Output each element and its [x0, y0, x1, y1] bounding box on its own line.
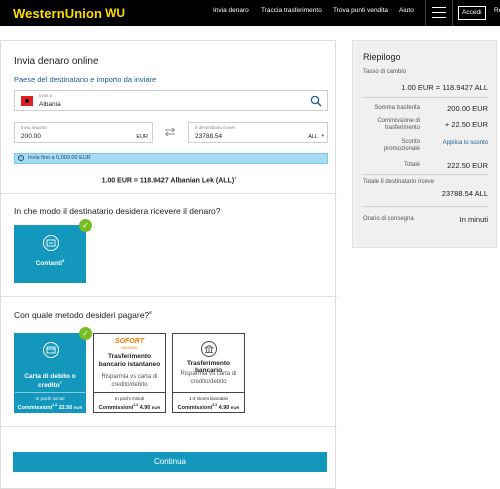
limit-info-banner: i Invia fino a 5,000.00 EUR: [14, 153, 328, 164]
exchange-rate-caption: Tasso di cambio: [363, 69, 407, 75]
send-amount-field[interactable]: Invia importo 200.00 EUR: [14, 122, 153, 143]
summary-divider: [363, 206, 488, 207]
card-option-title: Carta di debito o credito7: [24, 373, 76, 390]
card-option-footer: In pochi minuti Commissioni2,3 22.50 EUR: [15, 392, 85, 412]
section-divider: [1, 193, 337, 194]
transfer-amount-caption: Somma trasferita: [374, 105, 420, 111]
info-icon: i: [18, 155, 24, 161]
bank-icon: [201, 341, 217, 357]
section-divider: [1, 426, 337, 427]
payment-option-card[interactable]: Carta di debito o credito7 In pochi minu…: [14, 333, 86, 413]
delivery-caption: Orario di consegna: [363, 216, 414, 222]
login-button[interactable]: Accedi: [458, 6, 486, 20]
receive-option-cash[interactable]: Contanti8: [14, 225, 86, 283]
swap-arrows-icon[interactable]: [164, 127, 176, 137]
currency-dropdown-icon[interactable]: ▾: [321, 133, 324, 139]
page-title: Invia denaro online: [14, 56, 99, 67]
top-navigation-bar: WesternUnion WU Invia denaro Traccia tra…: [0, 0, 500, 26]
receive-amount-caption: Il destinatario riceve: [195, 125, 236, 130]
country-caption: Invia a: [39, 93, 53, 98]
nav-register-cut[interactable]: Re: [494, 7, 500, 14]
credit-card-icon: [43, 342, 59, 358]
sofort-logo: SOFORT: [114, 338, 145, 345]
rate-footnote: 1: [234, 175, 237, 180]
bank-transfer-footer: 1-2 Giorni lavorativi Commissioni2,3 4.9…: [173, 392, 244, 412]
section-divider: [1, 296, 337, 297]
continue-button[interactable]: Continua: [13, 452, 327, 472]
bank-transfer-subtitle: Risparmia vs carta di credito/debito: [180, 371, 237, 385]
instant-bank-speed: In pochi minuti: [114, 396, 144, 401]
receive-currency: ALL: [308, 134, 318, 140]
country-select[interactable]: Invia a Albania: [14, 90, 328, 111]
send-amount-caption: Invia importo: [21, 125, 47, 130]
payment-option-instant-bank[interactable]: SOFORT BANKING Trasferimento bancario is…: [93, 333, 166, 413]
bank-transfer-speed: 1-2 Giorni lavorativi: [189, 396, 228, 401]
instant-bank-fee: Commissioni2,3 4.90 EUR: [98, 403, 161, 411]
total-caption: Totale: [403, 162, 420, 168]
fee-caption: Commissione di trasferimento: [377, 118, 420, 131]
send-amount-value: 200.00: [21, 133, 41, 140]
payment-option-bank-transfer[interactable]: Trasferimento bancario Risparmia vs cart…: [172, 333, 245, 413]
exchange-rate-value: 1.00 EUR = 118.9427 ALL: [401, 83, 488, 92]
selected-check-icon: ✓: [79, 327, 92, 340]
western-union-logo[interactable]: WesternUnion WU: [13, 5, 125, 21]
receiver-total-value: 23788.54 ALL: [441, 189, 488, 198]
exchange-rate-text: 1.00 EUR = 118.9427 Albanian Lek (ALL): [101, 177, 235, 185]
fee-value: + 22.50 EUR: [444, 120, 488, 129]
nav-find-locations[interactable]: Trova punti vendita: [333, 7, 388, 14]
receive-amount-field[interactable]: Il destinatario riceve 23788.54 ALL ▾: [188, 122, 328, 143]
nav-divider: [452, 0, 453, 26]
apply-discount-link[interactable]: Applica lo sconto: [443, 140, 488, 146]
nav-help[interactable]: Aiuto: [399, 7, 414, 14]
card-option-speed: In pochi minuti: [35, 396, 65, 401]
summary-panel: Riepilogo Tasso di cambio 1.00 EUR = 118…: [352, 40, 497, 248]
sofort-logo-sub: BANKING: [121, 346, 138, 350]
cash-icon: [43, 235, 59, 251]
albania-flag-icon: [21, 96, 33, 106]
country-value: Albania: [39, 101, 61, 108]
total-value: 222.50 EUR: [447, 161, 488, 170]
transfer-amount-value: 200.00 EUR: [447, 104, 488, 113]
nav-send-money[interactable]: Invia denaro: [213, 7, 249, 14]
limit-info-text: Invia fino a 5,000.00 EUR: [28, 155, 91, 161]
card-option-fee: Commissioni2,3 22.50 EUR: [17, 403, 83, 411]
send-currency: EUR: [136, 134, 148, 140]
promo-caption: Sconto promozionale: [383, 139, 420, 152]
destination-section-label: Paese del destinatario e importo da invi…: [14, 75, 157, 84]
bank-transfer-fee: Commissioni2,3 4.90 EUR: [177, 403, 240, 411]
send-money-panel: Invia denaro online Paese del destinatar…: [0, 40, 337, 489]
summary-divider: [363, 174, 488, 175]
logo-mark: WU: [105, 6, 126, 20]
instant-bank-subtitle: Risparmia vs carta di credito/debito: [101, 374, 158, 388]
nav-divider: [425, 0, 426, 26]
cash-label: Contanti8: [35, 258, 65, 268]
receiver-total-caption: Totale Il destinatario riceve: [363, 179, 435, 185]
instant-bank-footer: In pochi minuti Commissioni2,3 4.90 EUR: [94, 392, 165, 412]
hamburger-icon[interactable]: [432, 7, 446, 18]
receive-amount-value: 23788.54: [195, 133, 223, 140]
summary-divider: [363, 97, 488, 98]
search-icon[interactable]: [310, 95, 322, 107]
exchange-rate-line: 1.00 EUR = 118.9427 Albanian Lek (ALL)1: [1, 175, 337, 184]
summary-title: Riepilogo: [363, 52, 401, 62]
payment-method-question: Con quale metodo desideri pagare?8: [14, 310, 152, 320]
delivery-value: In minuti: [459, 215, 488, 224]
logo-text: WesternUnion: [13, 5, 103, 21]
instant-bank-title: Trasferimento bancario istantaneo: [98, 353, 161, 368]
receive-method-question: In che modo il destinatario desidera ric…: [14, 206, 221, 216]
selected-check-icon: ✓: [79, 219, 92, 232]
nav-track-transfer[interactable]: Traccia trasferimento: [261, 7, 322, 14]
